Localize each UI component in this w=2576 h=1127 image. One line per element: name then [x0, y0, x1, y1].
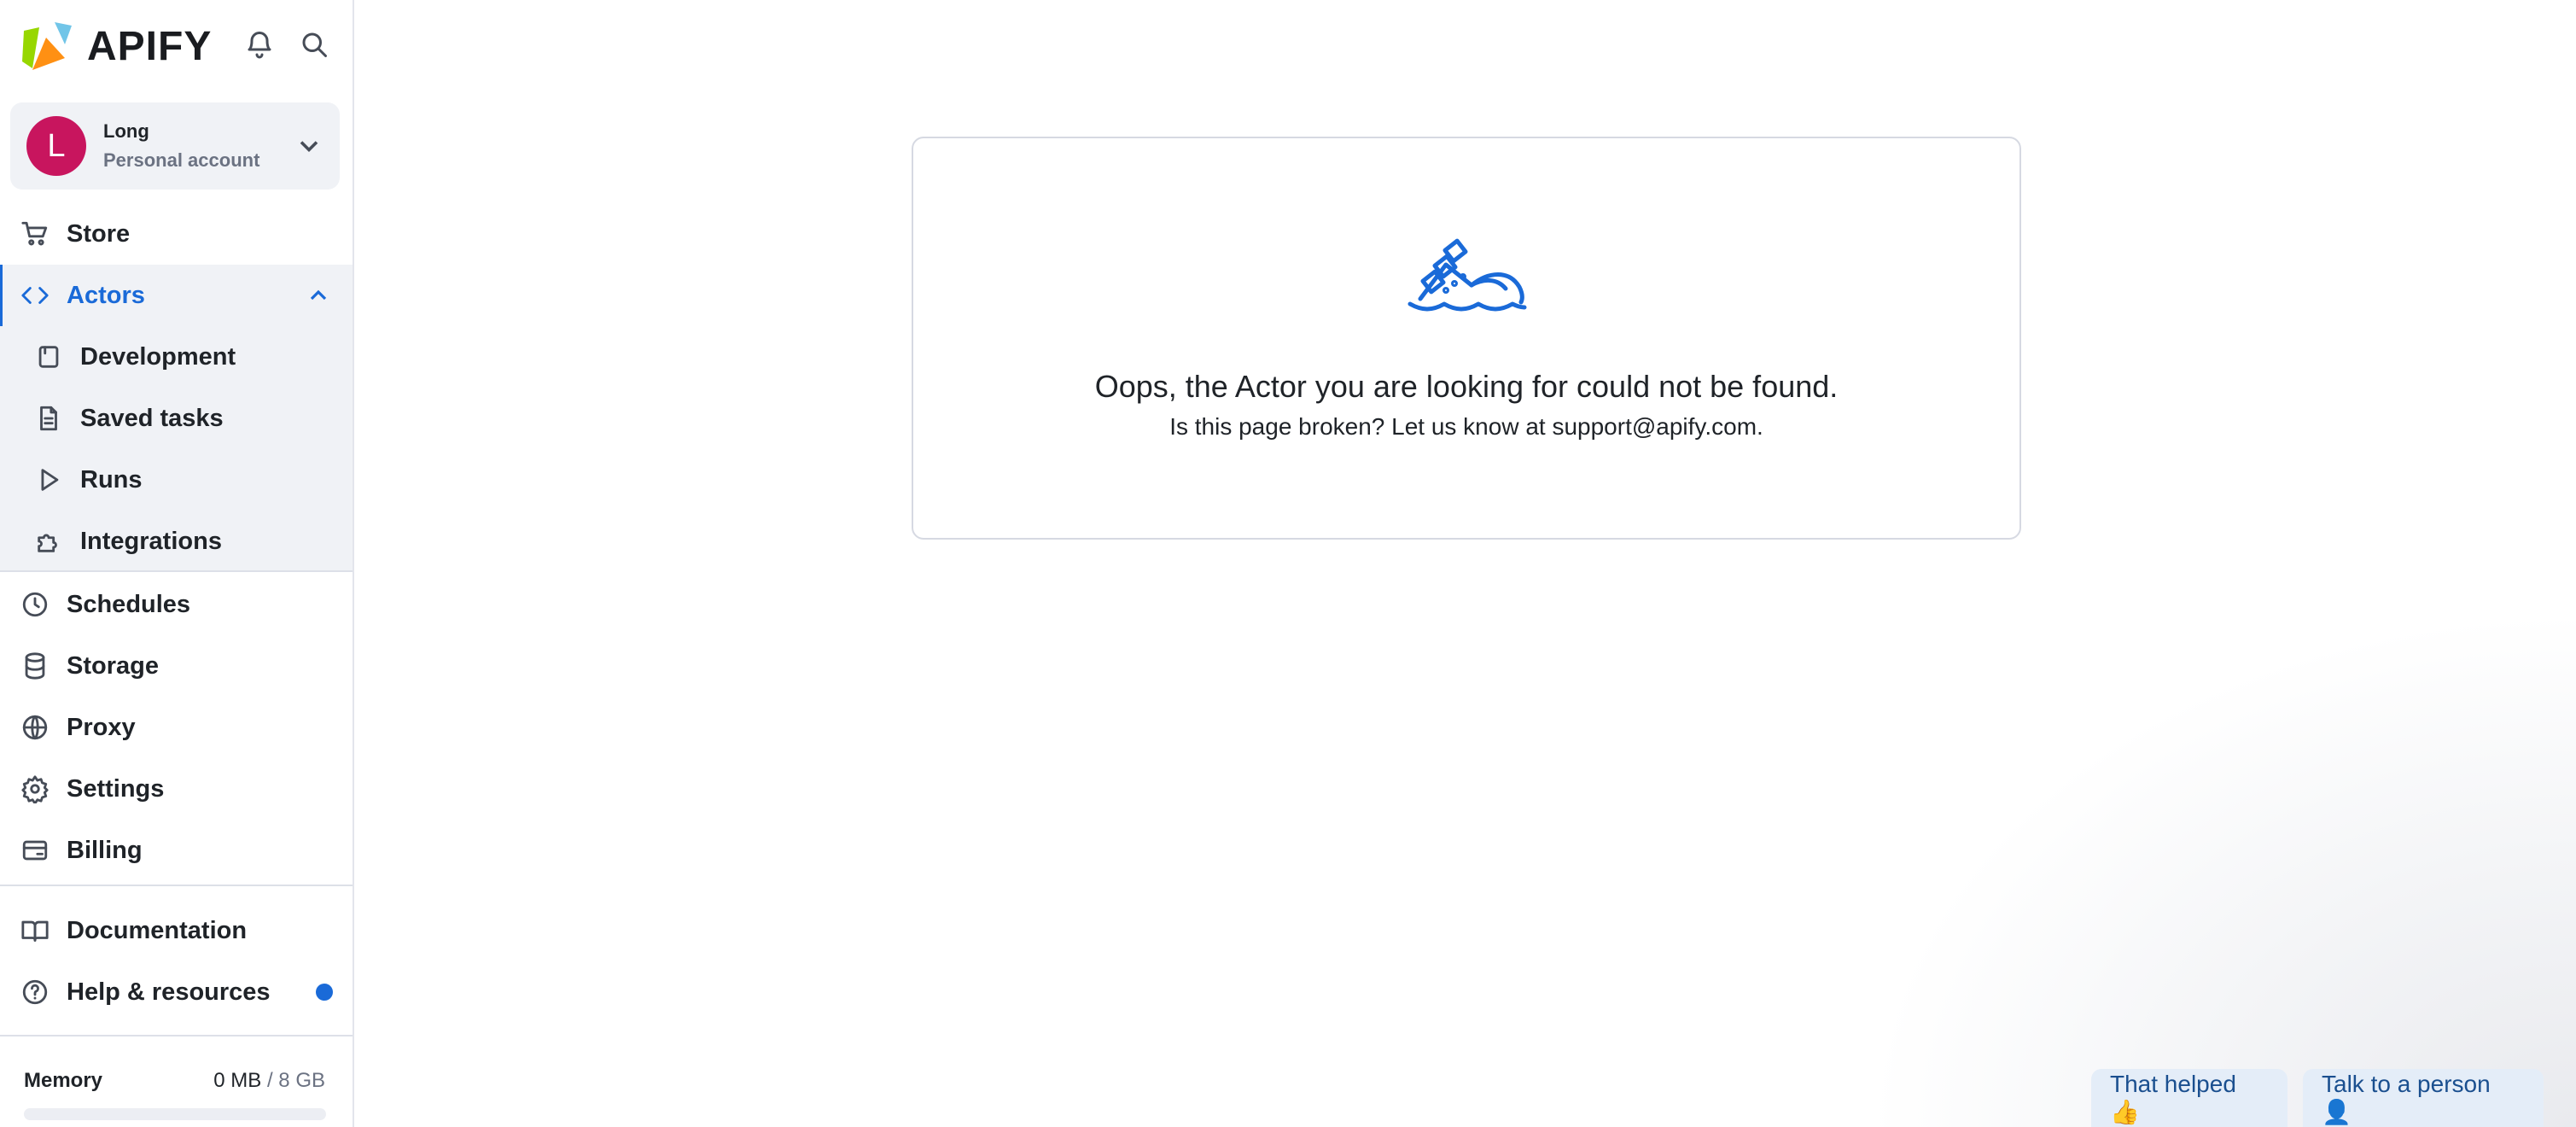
error-card: Oops, the Actor you are looking for coul… [912, 137, 2021, 540]
sidebar-item-storage[interactable]: Storage [0, 635, 353, 697]
book-icon [20, 916, 50, 945]
apify-logo[interactable]: APIFY [20, 19, 212, 73]
code-icon [20, 281, 50, 310]
memory-separator: / [261, 1069, 279, 1092]
sidebar-item-store[interactable]: Store [0, 203, 353, 265]
sidebar-item-label: Billing [67, 836, 143, 864]
sidebar-item-runs[interactable]: Runs [0, 449, 353, 511]
memory-value: 0 MB / 8 GB [213, 1069, 325, 1093]
sidebar-item-label: Store [67, 219, 131, 248]
bell-icon[interactable] [241, 26, 278, 63]
divider [0, 885, 353, 886]
chevron-up-icon[interactable] [305, 282, 332, 309]
sidebar-item-label: Documentation [67, 916, 248, 944]
avatar: L [26, 116, 86, 176]
sidebar-item-label: Development [80, 342, 236, 371]
document-icon [34, 404, 63, 433]
account-switcher[interactable]: L Long Personal account [10, 102, 340, 190]
clock-icon [20, 590, 50, 619]
talk-to-person-button[interactable]: Talk to a person 👤 [2303, 1069, 2544, 1127]
sidebar-item-label: Actors [67, 281, 145, 309]
sidebar-item-help[interactable]: Help & resources [0, 961, 353, 1023]
sidebar-item-label: Saved tasks [80, 404, 224, 432]
development-icon [34, 342, 63, 371]
play-icon [34, 465, 63, 494]
apify-logo-mark [22, 22, 72, 70]
sidebar-item-saved-tasks[interactable]: Saved tasks [0, 388, 353, 449]
sidebar-item-label: Schedules [67, 590, 191, 618]
error-subtitle: Is this page broken? Let us know at supp… [1169, 413, 1763, 440]
question-icon [20, 978, 50, 1007]
that-helped-button[interactable]: That helped 👍 [2091, 1069, 2288, 1127]
sidebar-item-integrations[interactable]: Integrations [0, 511, 353, 572]
sidebar-item-billing[interactable]: Billing [0, 820, 353, 881]
credit-card-icon [20, 836, 50, 865]
memory-bar [24, 1108, 326, 1120]
sidebar-item-label: Integrations [80, 527, 222, 555]
brand-name: APIFY [87, 23, 213, 69]
error-title: Oops, the Actor you are looking for coul… [1094, 369, 1839, 404]
account-type: Personal account [103, 149, 260, 171]
notification-dot [316, 984, 333, 1001]
sidebar-item-development[interactable]: Development [0, 326, 353, 388]
memory-used: 0 MB [213, 1069, 262, 1092]
sidebar-item-settings[interactable]: Settings [0, 758, 353, 820]
account-name: Long [103, 120, 149, 142]
sidebar-item-label: Runs [80, 465, 143, 493]
account-info: Long Personal account [103, 120, 259, 172]
sidebar-item-label: Help & resources [67, 978, 271, 1006]
globe-icon [20, 713, 50, 742]
search-icon[interactable] [295, 26, 333, 63]
sinking-ship-icon [1403, 232, 1531, 318]
memory-total: 8 GB [278, 1069, 325, 1092]
sidebar-item-proxy[interactable]: Proxy [0, 697, 353, 758]
sidebar-item-documentation[interactable]: Documentation [0, 900, 353, 961]
sidebar-item-label: Settings [67, 774, 165, 803]
sidebar: APIFY L Long Personal account Store Acto… [0, 0, 354, 1127]
sidebar-item-label: Storage [67, 651, 159, 680]
cart-icon [20, 219, 50, 248]
database-icon [20, 651, 50, 680]
chevron-down-icon [294, 131, 324, 161]
sidebar-item-label: Proxy [67, 713, 136, 741]
memory-label: Memory [24, 1069, 103, 1092]
puzzle-icon [34, 527, 63, 556]
sidebar-item-actors[interactable]: Actors [0, 265, 353, 326]
sidebar-item-schedules[interactable]: Schedules [0, 574, 353, 635]
gear-icon [20, 774, 50, 805]
sidebar-header: APIFY [0, 0, 354, 92]
memory-usage: Memory 0 MB / 8 GB [0, 1035, 353, 1127]
